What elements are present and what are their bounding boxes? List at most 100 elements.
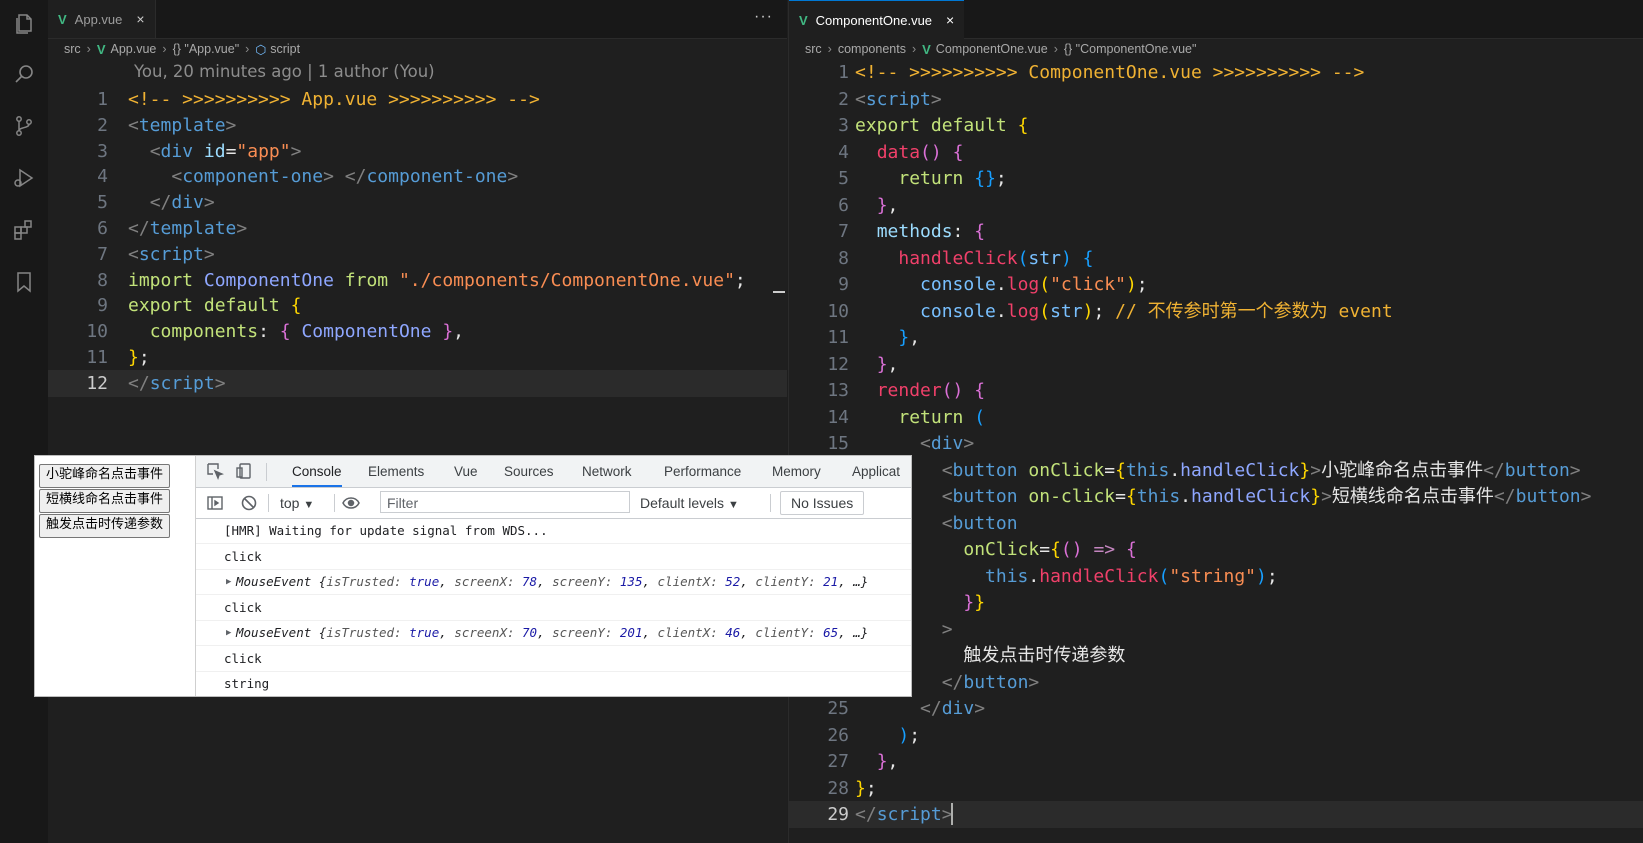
left-code-area[interactable]: 1 <!-- >>>>>>>>>> App.vue >>>>>>>>>> --> 2… [48, 86, 787, 416]
code-line[interactable]: 27 }, [789, 748, 1643, 775]
console-filter-input[interactable]: Filter [380, 491, 630, 513]
tab-vue[interactable]: Vue [454, 456, 478, 487]
breadcrumb-item[interactable]: script [270, 42, 300, 56]
log-levels-select[interactable]: Default levels ▼ [640, 488, 739, 518]
inspect-element-icon[interactable] [206, 462, 224, 480]
code-line[interactable]: 2 <template> [48, 112, 787, 139]
code-line[interactable]: this.handleClick("string"); [789, 563, 1643, 590]
console-message[interactable]: string [196, 672, 911, 696]
code-line[interactable]: 1 <!-- >>>>>>>>>> App.vue >>>>>>>>>> --> [48, 86, 787, 113]
breadcrumb-item[interactable]: App.vue [111, 42, 157, 56]
close-icon[interactable]: × [136, 11, 144, 27]
code-line[interactable]: 5 return {}; [789, 165, 1643, 192]
code-line[interactable]: 10 components: { ComponentOne }, [48, 318, 787, 345]
tab-console[interactable]: Console [292, 456, 342, 487]
console-message[interactable]: click [196, 545, 911, 570]
breadcrumb-item[interactable]: {} "ComponentOne.vue" [1064, 42, 1197, 56]
console-message[interactable]: ▶ MouseEvent {isTrusted: true, screenX: 7… [196, 570, 911, 595]
breadcrumb: src › components › V ComponentOne.vue › … [789, 38, 1643, 60]
code-line[interactable]: 5 </div> [48, 189, 787, 216]
expand-triangle-icon[interactable]: ▶ [226, 570, 231, 594]
code-line[interactable]: <button on-click={this.handleClick}>短横线命… [789, 483, 1643, 510]
code-line[interactable]: 29 </script> [789, 801, 1643, 828]
tab-componentone-vue[interactable]: V ComponentOne.vue × [789, 0, 965, 39]
issues-button[interactable]: No Issues [780, 491, 865, 515]
tab-sources[interactable]: Sources [504, 456, 554, 487]
kebabcase-click-button[interactable]: 短横线命名点击事件 [39, 489, 171, 513]
code-line[interactable]: 8 import ComponentOne from "./components/… [48, 267, 787, 294]
chevron-right-icon: › [162, 42, 167, 56]
code-line[interactable]: 15 <div> [789, 430, 1643, 457]
code-line[interactable]: 6 }, [789, 192, 1643, 219]
code-line[interactable]: 10 console.log(str); // 不传参时第一个参数为 event [789, 298, 1643, 325]
run-debug-icon[interactable] [12, 166, 36, 190]
code-line[interactable]: 6 </template> [48, 215, 787, 242]
console-message[interactable]: click [196, 596, 911, 621]
code-line[interactable]: 1 <!-- >>>>>>>>>> ComponentOne.vue >>>>>>… [789, 59, 1643, 86]
eye-icon[interactable] [342, 494, 360, 512]
code-token: component-one [182, 166, 324, 188]
code-line[interactable]: onClick={() => { [789, 536, 1643, 563]
code-line[interactable]: 8 handleClick(str) { [789, 245, 1643, 272]
code-line[interactable]: 25 </div> [789, 695, 1643, 722]
more-actions-icon[interactable]: ··· [754, 8, 773, 26]
source-control-icon[interactable] [12, 114, 36, 138]
tab-elements[interactable]: Elements [368, 456, 424, 487]
code-line[interactable]: 13 render() { [789, 377, 1643, 404]
expand-triangle-icon[interactable]: ▶ [226, 621, 231, 645]
tab-network[interactable]: Network [582, 456, 632, 487]
tab-application[interactable]: Applicat [852, 456, 900, 487]
breadcrumb-item[interactable]: components [838, 42, 906, 56]
bookmark-icon[interactable] [12, 270, 36, 294]
code-line[interactable]: 7 <script> [48, 241, 787, 268]
code-line[interactable]: 28}; [789, 775, 1643, 802]
code-line[interactable]: 12 }, [789, 351, 1643, 378]
code-line[interactable]: }} [789, 589, 1643, 616]
console-message[interactable]: click [196, 647, 911, 672]
code-line[interactable]: <button [789, 510, 1643, 537]
line-number: 11 [827, 327, 849, 348]
code-line[interactable]: 14 return ( [789, 404, 1643, 431]
code-line[interactable]: 4 <component-one> </component-one> [48, 163, 787, 190]
code-line[interactable]: </button> [789, 669, 1643, 696]
code-line[interactable]: 26 ); [789, 722, 1643, 749]
tab-performance[interactable]: Performance [664, 456, 741, 487]
search-icon[interactable] [12, 62, 36, 86]
code-line[interactable]: <button onClick={this.handleClick}>小驼峰命名… [789, 457, 1643, 484]
line-number: 13 [827, 380, 849, 401]
close-icon[interactable]: × [946, 12, 954, 28]
pass-param-button[interactable]: 触发点击时传递参数 [39, 514, 171, 538]
code-line[interactable]: 2 <script> [789, 86, 1643, 113]
code-line[interactable]: 7 methods: { [789, 218, 1643, 245]
code-line[interactable]: 12 </script> [48, 369, 787, 397]
right-code-area[interactable]: 1 <!-- >>>>>>>>>> ComponentOne.vue >>>>>>… [789, 59, 1643, 843]
code-line[interactable]: 4 data() { [789, 139, 1643, 166]
device-toolbar-icon[interactable] [236, 462, 254, 480]
sidebar-toggle-icon[interactable] [206, 494, 224, 512]
code-line[interactable]: 3 export default { [789, 112, 1643, 139]
camelcase-click-button[interactable]: 小驼峰命名点击事件 [39, 464, 171, 488]
console-message[interactable]: [HMR] Waiting for update signal from WDS… [196, 519, 911, 544]
tab-app-vue[interactable]: V App.vue × [48, 0, 156, 38]
extensions-icon[interactable] [12, 218, 36, 242]
context-select[interactable]: top ▼ [280, 488, 314, 518]
clear-console-icon[interactable] [240, 494, 258, 512]
files-icon[interactable] [12, 12, 36, 36]
tab-memory[interactable]: Memory [772, 456, 821, 487]
breadcrumb-item[interactable]: src [64, 42, 81, 56]
breadcrumb-item[interactable]: src [805, 42, 822, 56]
breadcrumb-item[interactable]: ComponentOne.vue [936, 42, 1048, 56]
code-line[interactable]: 11 }, [789, 324, 1643, 351]
code-line[interactable]: 9 console.log("click"); [789, 271, 1643, 298]
code-line[interactable]: 3 <div id="app"> [48, 138, 787, 165]
breadcrumb-item[interactable]: {} "App.vue" [173, 42, 240, 56]
console-message[interactable]: ▶ MouseEvent {isTrusted: true, screenX: 7… [196, 621, 911, 646]
code-line[interactable]: 11}; [48, 344, 787, 371]
code-line[interactable]: > [789, 616, 1643, 643]
code-line[interactable]: 触发点击时传递参数 [789, 642, 1643, 669]
git-blame-codelens[interactable]: You, 20 minutes ago | 1 author (You) [134, 62, 435, 81]
code-token: from [344, 269, 389, 291]
code-line[interactable]: 9 export default { [48, 292, 787, 319]
